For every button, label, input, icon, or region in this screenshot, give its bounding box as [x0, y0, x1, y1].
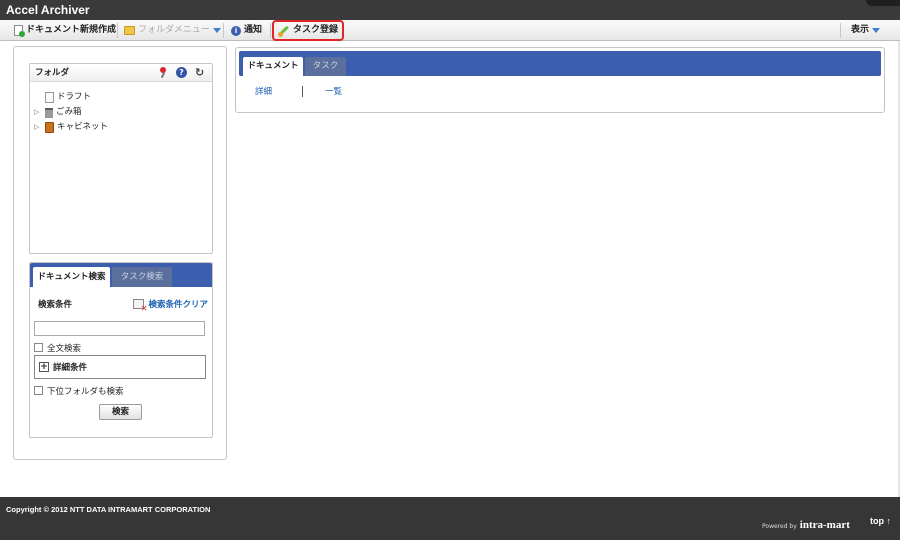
- app-title-bar: Accel Archiver: [0, 0, 900, 20]
- plus-icon: +: [39, 362, 49, 372]
- search-input[interactable]: [34, 321, 205, 336]
- tab-document-search[interactable]: ドキュメント検索: [33, 267, 110, 287]
- chevron-down-icon: [212, 28, 221, 33]
- link-divider: [302, 85, 304, 97]
- new-document-button[interactable]: ドキュメント新規作成: [14, 21, 116, 40]
- toolbar-divider: [270, 23, 271, 38]
- full-text-label: 全文検索: [47, 343, 82, 354]
- cabinet-icon: [45, 122, 54, 133]
- view-links: 詳細 一覧: [255, 85, 342, 97]
- folder-panel-title: フォルダ: [35, 68, 70, 78]
- toolbar-divider: [117, 23, 118, 38]
- clear-conditions-link[interactable]: 検索条件クリア: [133, 298, 208, 313]
- subfolder-label: 下位フォルダも検索: [47, 386, 124, 397]
- search-condition-label: 検索条件: [38, 300, 73, 310]
- folder-panel-header: フォルダ ? ↻: [30, 64, 212, 82]
- footer: Copyright © 2012 NTT DATA INTRAMART CORP…: [0, 497, 900, 540]
- clear-icon: [133, 299, 147, 313]
- full-text-checkbox[interactable]: [34, 343, 43, 352]
- main-panel: ドキュメント タスク 詳細 一覧: [235, 47, 885, 113]
- notification-label: 通知: [244, 25, 263, 35]
- subfolder-checkbox-row[interactable]: 下位フォルダも検索: [34, 385, 124, 397]
- tree-item-cabinet[interactable]: ▷ キャビネット: [34, 120, 212, 135]
- clear-conditions-label: 検索条件クリア: [148, 300, 208, 310]
- chevron-down-icon: [872, 28, 881, 33]
- tab-document[interactable]: ドキュメント: [243, 57, 303, 76]
- list-view-link[interactable]: 一覧: [325, 85, 342, 97]
- toolbar-divider: [223, 23, 224, 38]
- tab-task-search[interactable]: タスク検索: [112, 267, 172, 287]
- detail-view-link[interactable]: 詳細: [255, 85, 272, 97]
- new-document-label: ドキュメント新規作成: [26, 25, 117, 35]
- pencil-icon: [278, 25, 290, 37]
- detail-conditions-label: 詳細条件: [53, 363, 88, 373]
- expand-triangle-icon[interactable]: ▷: [34, 123, 42, 132]
- detail-conditions-toggle[interactable]: + 詳細条件: [34, 355, 206, 379]
- tree-item-label: キャビネット: [57, 122, 109, 132]
- folder-tree: ドラフト ▷ ごみ箱 ▷ キャビネット: [30, 82, 212, 135]
- task-register-label: タスク登録: [293, 25, 339, 35]
- notification-button[interactable]: i 通知: [231, 21, 262, 40]
- search-panel: ドキュメント検索 タスク検索 検索条件 検索条件クリア 全文検索 + 詳細条件 …: [29, 262, 213, 438]
- left-sidebar: フォルダ ? ↻ ドラフト ▷ ごみ箱 ▷ キャビネット ドキュメント検索 タス…: [13, 46, 227, 460]
- search-tab-bar: ドキュメント検索 タスク検索: [30, 263, 212, 287]
- tree-item-draft[interactable]: ドラフト: [34, 90, 212, 105]
- brand-logo: intra-mart: [799, 519, 850, 531]
- toolbar: ドキュメント新規作成 フォルダメニュー i 通知 タスク登録 表示: [0, 20, 900, 41]
- tree-item-trash[interactable]: ▷ ごみ箱: [34, 105, 212, 120]
- powered-by-label: Powered by: [762, 523, 797, 530]
- subfolder-checkbox[interactable]: [34, 386, 43, 395]
- help-icon[interactable]: ?: [176, 67, 187, 78]
- powered-by: Powered by intra-mart: [762, 519, 850, 531]
- refresh-icon[interactable]: ↻: [195, 67, 206, 78]
- folder-menu-button[interactable]: フォルダメニュー: [124, 21, 221, 40]
- tree-item-label: ドラフト: [57, 92, 92, 102]
- tree-item-label: ごみ箱: [56, 107, 82, 117]
- main-tab-bar: ドキュメント タスク: [239, 51, 881, 76]
- task-register-button[interactable]: タスク登録: [272, 20, 345, 41]
- folder-panel: フォルダ ? ↻ ドラフト ▷ ごみ箱 ▷ キャビネット: [29, 63, 213, 254]
- title-bar-corner: [866, 0, 900, 6]
- display-menu-button[interactable]: 表示: [851, 21, 881, 40]
- search-condition-row: 検索条件 検索条件クリア: [38, 298, 208, 313]
- draft-icon: [45, 92, 54, 103]
- folder-icon: [124, 26, 135, 35]
- expand-triangle-icon[interactable]: ▷: [34, 108, 42, 117]
- folder-menu-label: フォルダメニュー: [138, 25, 210, 35]
- trash-icon: [45, 107, 53, 118]
- info-icon: i: [231, 25, 241, 36]
- app-title: Accel Archiver: [6, 3, 90, 17]
- toolbar-divider: [840, 23, 841, 38]
- full-text-checkbox-row[interactable]: 全文検索: [34, 342, 82, 354]
- pin-icon[interactable]: [158, 67, 168, 78]
- tab-task[interactable]: タスク: [305, 57, 346, 76]
- back-to-top-link[interactable]: top ↑: [870, 516, 891, 526]
- new-document-icon: [14, 25, 25, 37]
- copyright-text: Copyright © 2012 NTT DATA INTRAMART CORP…: [6, 505, 211, 514]
- display-label: 表示: [851, 25, 870, 35]
- search-button[interactable]: 検索: [99, 404, 142, 420]
